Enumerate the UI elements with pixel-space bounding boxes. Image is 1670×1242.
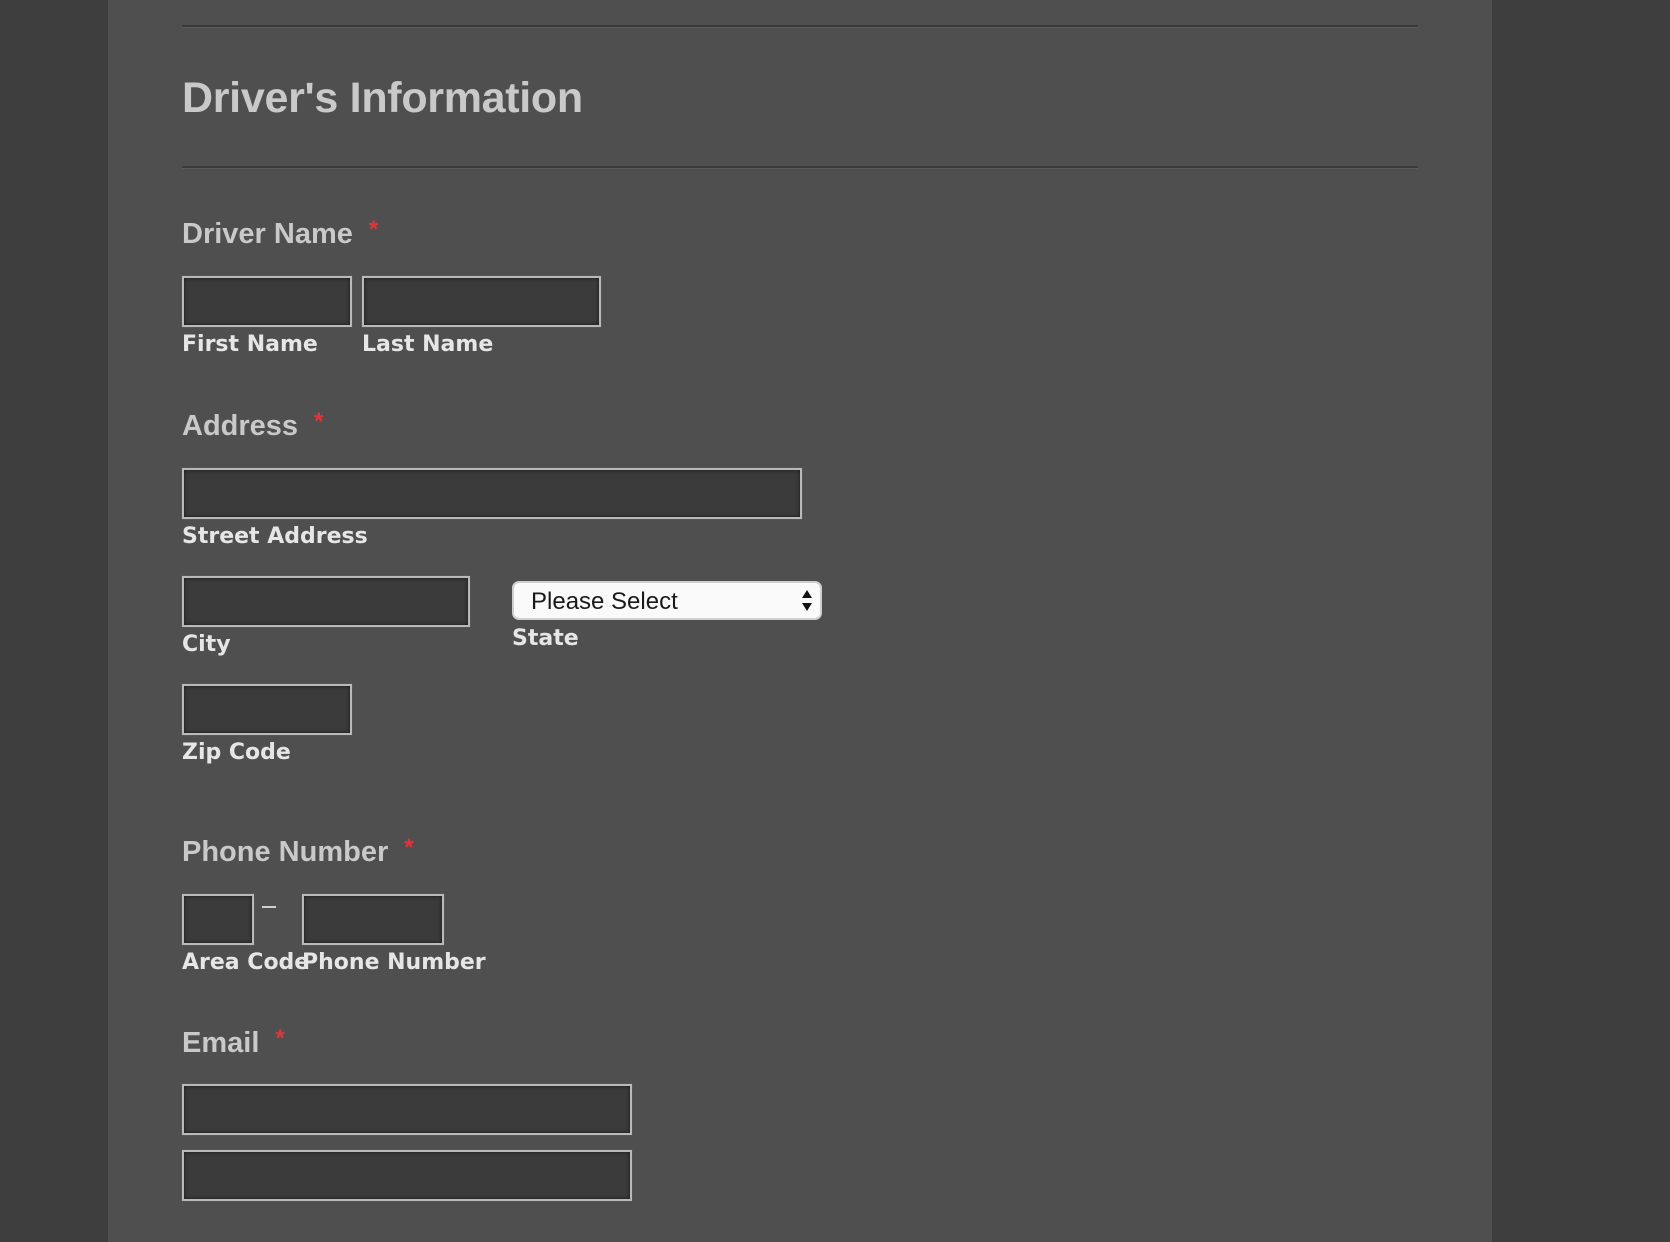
- email-label: Email *: [182, 1025, 285, 1060]
- area-code-sublabel: Area Code: [182, 950, 310, 975]
- city-sublabel: City: [182, 632, 231, 657]
- address-label: Address *: [182, 408, 324, 443]
- email-input[interactable]: [182, 1084, 632, 1135]
- phone-number-input[interactable]: [302, 894, 444, 945]
- title-divider: [182, 166, 1418, 169]
- state-sublabel: State: [512, 626, 579, 651]
- up-down-arrows-icon: [802, 590, 812, 611]
- top-divider: [182, 25, 1418, 28]
- area-code-input[interactable]: [182, 894, 254, 945]
- first-name-sublabel: First Name: [182, 332, 318, 357]
- phone-number-label: Phone Number *: [182, 834, 414, 869]
- section-title: Driver's Information: [182, 74, 583, 122]
- zip-code-input[interactable]: [182, 684, 352, 735]
- last-name-sublabel: Last Name: [362, 332, 494, 357]
- phone-separator: [262, 906, 276, 908]
- required-star: *: [404, 834, 414, 861]
- address-label-text: Address: [182, 410, 299, 442]
- street-address-sublabel: Street Address: [182, 524, 368, 549]
- phone-number-label-text: Phone Number: [182, 836, 389, 868]
- first-name-input[interactable]: [182, 276, 352, 327]
- form-panel: Driver's Information Driver Name * First …: [108, 0, 1492, 1242]
- required-star: *: [314, 408, 324, 435]
- state-select-value: Please Select: [531, 588, 678, 615]
- last-name-input[interactable]: [362, 276, 601, 327]
- state-select[interactable]: Please Select: [512, 581, 822, 620]
- email-confirm-input[interactable]: [182, 1150, 632, 1201]
- zip-code-sublabel: Zip Code: [182, 740, 291, 765]
- required-star: *: [275, 1025, 285, 1052]
- driver-name-label: Driver Name *: [182, 216, 379, 251]
- phone-number-sublabel: Phone Number: [302, 950, 486, 975]
- required-star: *: [368, 216, 379, 243]
- street-address-input[interactable]: [182, 468, 802, 519]
- email-label-text: Email: [182, 1027, 260, 1059]
- city-input[interactable]: [182, 576, 470, 627]
- driver-name-label-text: Driver Name: [182, 218, 353, 250]
